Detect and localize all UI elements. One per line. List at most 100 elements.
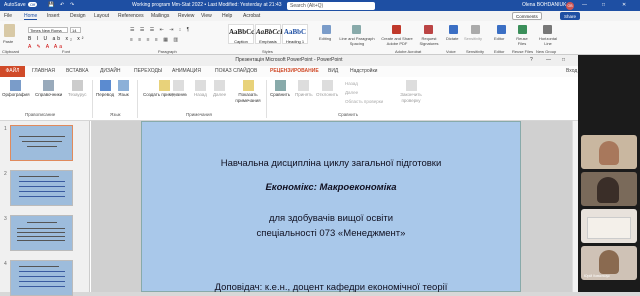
spelling-button[interactable]: Орфография xyxy=(2,80,30,98)
sensitivity-icon[interactable] xyxy=(471,25,480,34)
tab-review-ppt[interactable]: РЕЦЕНЗИРОВАНИЕ xyxy=(270,68,319,74)
tab-file-ppt[interactable]: ФАЙЛ xyxy=(0,66,25,77)
slide-line-1: Навчальна дисципліна циклу загальної під… xyxy=(220,158,442,169)
format-buttons[interactable]: B I U ab x₂ x² xyxy=(28,36,85,42)
tab-home[interactable]: Home xyxy=(24,13,38,20)
reuse-files-button[interactable]: Reuse Files xyxy=(514,36,530,46)
undo-icon[interactable]: ↶ xyxy=(60,2,64,8)
word-tab-bar: File Home Insert Design Layout Reference… xyxy=(0,11,640,21)
style-heading1[interactable]: AaBbC Heading 1 xyxy=(282,24,308,44)
login-link[interactable]: Вход xyxy=(566,68,577,74)
share-button[interactable]: Share xyxy=(560,12,581,20)
ppt-minimize-icon[interactable]: — xyxy=(546,55,551,66)
paragraph-buttons[interactable]: ☰ ☰ ☰ ⇤ ⇥ ↕ ¶ xyxy=(130,27,191,33)
reviewing-pane-button[interactable]: Область проверки xyxy=(345,99,383,104)
request-signatures-button[interactable]: Request Signatures xyxy=(415,36,443,46)
delete-comment-icon xyxy=(173,80,185,91)
tab-help[interactable]: Help xyxy=(222,13,232,19)
slide-number: 1 xyxy=(4,126,7,132)
tab-review[interactable]: Review xyxy=(178,13,194,19)
line-spacing-button[interactable]: Line and Paragraph Spacing xyxy=(338,36,376,46)
delete-comment-button[interactable]: Удалить xyxy=(170,80,187,98)
tab-animation-ppt[interactable]: АНИМАЦИЯ xyxy=(172,68,201,74)
ppt-restore-icon[interactable]: □ xyxy=(562,55,565,66)
sensitivity-button[interactable]: Sensitivity xyxy=(464,36,482,41)
slide-line-5: Доповідач: к.е.н., доцент кафедри економ… xyxy=(214,282,448,293)
tab-references[interactable]: References xyxy=(118,13,144,19)
comments-button[interactable]: Comments xyxy=(512,12,542,20)
horizontal-line-icon[interactable] xyxy=(543,25,552,34)
language-button[interactable]: Язык xyxy=(118,80,129,98)
user-name[interactable]: Olena BOHDANIUK xyxy=(522,2,566,8)
next-comment-icon xyxy=(214,80,226,91)
thesaurus-button[interactable]: Тезаурус xyxy=(68,80,87,98)
style-emphasis[interactable]: AaBbCcI Emphasis xyxy=(255,24,283,44)
microphone-icon[interactable] xyxy=(449,25,458,34)
review-prev-button[interactable]: Назад xyxy=(345,81,358,86)
close-icon[interactable]: ✕ xyxy=(622,2,626,8)
tab-insert[interactable]: Insert xyxy=(47,13,60,19)
align-buttons[interactable]: ≡ ≡ ≡ ≡ ▦ ▥ xyxy=(130,37,180,43)
tab-view[interactable]: View xyxy=(201,13,212,19)
avatar[interactable]: OB xyxy=(566,1,574,10)
compare-button[interactable]: Сравнить xyxy=(270,80,290,98)
paste-icon[interactable] xyxy=(4,24,15,37)
adobe-pdf-icon[interactable] xyxy=(392,25,401,34)
style-caption[interactable]: AaBbCcI Caption xyxy=(228,24,257,44)
editor-button[interactable]: Editor xyxy=(494,36,504,41)
tab-home-ppt[interactable]: ГЛАВНАЯ xyxy=(32,68,55,74)
current-slide[interactable]: Навчальна дисципліна циклу загальної під… xyxy=(141,121,521,293)
prev-comment-button[interactable]: Назад xyxy=(194,80,207,98)
slide-number: 2 xyxy=(4,171,7,177)
paste-label: Paste xyxy=(3,39,14,44)
end-review-button[interactable]: Закончить проверку xyxy=(398,80,424,103)
redo-icon[interactable]: ↷ xyxy=(70,2,74,8)
participant-tile[interactable] xyxy=(581,135,637,169)
slide-thumbnail[interactable] xyxy=(10,125,73,161)
font-color-buttons[interactable]: A ✎ A Aa xyxy=(28,44,64,50)
tab-transitions-ppt[interactable]: ПЕРЕХОДЫ xyxy=(134,68,162,74)
show-comments-button[interactable]: Показать примечания xyxy=(232,80,264,103)
tab-addins-ppt[interactable]: Надстройки xyxy=(350,68,377,74)
search-input[interactable]: Search (Alt+Q) xyxy=(287,1,375,10)
research-button[interactable]: Справочники xyxy=(35,80,62,98)
translate-button[interactable]: Перевод xyxy=(96,80,114,98)
tab-file[interactable]: File xyxy=(4,13,12,19)
tab-slideshow-ppt[interactable]: ПОКАЗ СЛАЙДОВ xyxy=(215,68,257,74)
slide-thumbnail[interactable] xyxy=(10,215,73,251)
participant-tile[interactable] xyxy=(581,172,637,206)
maximize-icon[interactable]: □ xyxy=(602,2,605,8)
autosave-toggle[interactable]: Off xyxy=(28,2,38,7)
font-name-select[interactable]: Times New Roma xyxy=(28,27,68,33)
save-icon[interactable]: 💾 xyxy=(48,2,54,8)
tab-design[interactable]: Design xyxy=(70,13,86,19)
tab-acrobat[interactable]: Acrobat xyxy=(243,13,260,19)
group-voice: Voice xyxy=(446,49,456,54)
signature-icon[interactable] xyxy=(424,25,433,34)
minimize-icon[interactable]: — xyxy=(582,2,587,8)
help-icon[interactable]: ? xyxy=(530,55,533,66)
slide-thumbnail[interactable] xyxy=(10,260,73,296)
tab-layout[interactable]: Layout xyxy=(94,13,109,19)
review-next-button[interactable]: Далее xyxy=(345,90,358,95)
reject-button[interactable]: Отклонить xyxy=(316,80,338,98)
font-size-select[interactable]: 14 xyxy=(70,27,81,33)
editing-button[interactable]: Editing xyxy=(319,36,331,41)
participant-tile[interactable] xyxy=(581,209,637,243)
new-comment-icon xyxy=(159,80,171,91)
editing-icon[interactable] xyxy=(322,25,331,34)
editor-icon[interactable] xyxy=(497,25,506,34)
accept-button[interactable]: Принять xyxy=(295,80,313,98)
tab-design-ppt[interactable]: ДИЗАЙН xyxy=(100,68,121,74)
dictate-button[interactable]: Dictate xyxy=(446,36,458,41)
slide-thumbnail[interactable] xyxy=(10,170,73,206)
create-pdf-button[interactable]: Create and Share Adobe PDF xyxy=(380,36,414,46)
tab-insert-ppt[interactable]: ВСТАВКА xyxy=(66,68,88,74)
tab-view-ppt[interactable]: ВИД xyxy=(328,68,338,74)
participant-tile[interactable]: Юрій Ковальчук xyxy=(581,246,637,280)
tab-mailings[interactable]: Mailings xyxy=(151,13,169,19)
next-comment-button[interactable]: Далее xyxy=(213,80,226,98)
horizontal-line-button[interactable]: Horizontal Line xyxy=(536,36,560,46)
line-spacing-icon[interactable] xyxy=(352,25,361,34)
reuse-files-icon[interactable] xyxy=(518,25,527,34)
